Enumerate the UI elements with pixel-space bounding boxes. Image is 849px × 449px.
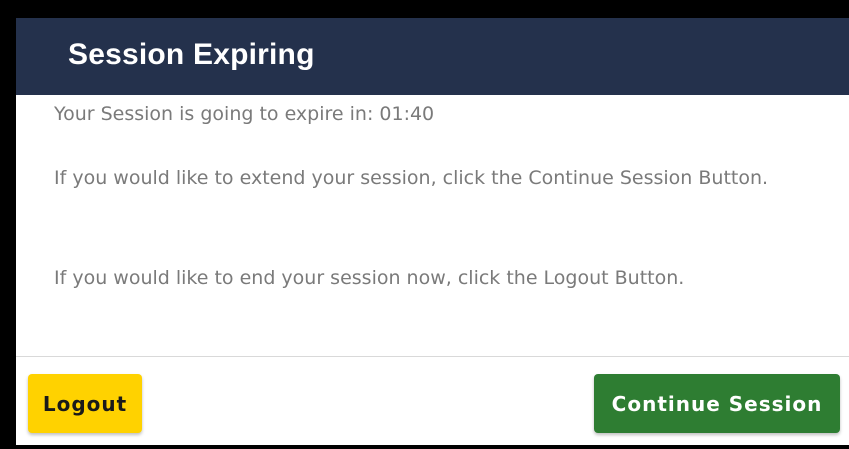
continue-session-button[interactable]: Continue Session	[594, 374, 840, 433]
footer-divider	[16, 356, 849, 357]
expire-countdown-text: Your Session is going to expire in: 01:4…	[54, 103, 435, 125]
screenshot-frame: Session Expiring Your Session is going t…	[0, 0, 849, 449]
extend-session-instruction: If you would like to extend your session…	[54, 167, 769, 189]
logout-instruction: If you would like to end your session no…	[54, 267, 685, 289]
logout-button[interactable]: Logout	[28, 374, 142, 433]
session-expiring-dialog: Session Expiring Your Session is going t…	[16, 18, 849, 445]
dialog-header: Session Expiring	[16, 18, 849, 95]
dialog-title: Session Expiring	[68, 38, 315, 71]
